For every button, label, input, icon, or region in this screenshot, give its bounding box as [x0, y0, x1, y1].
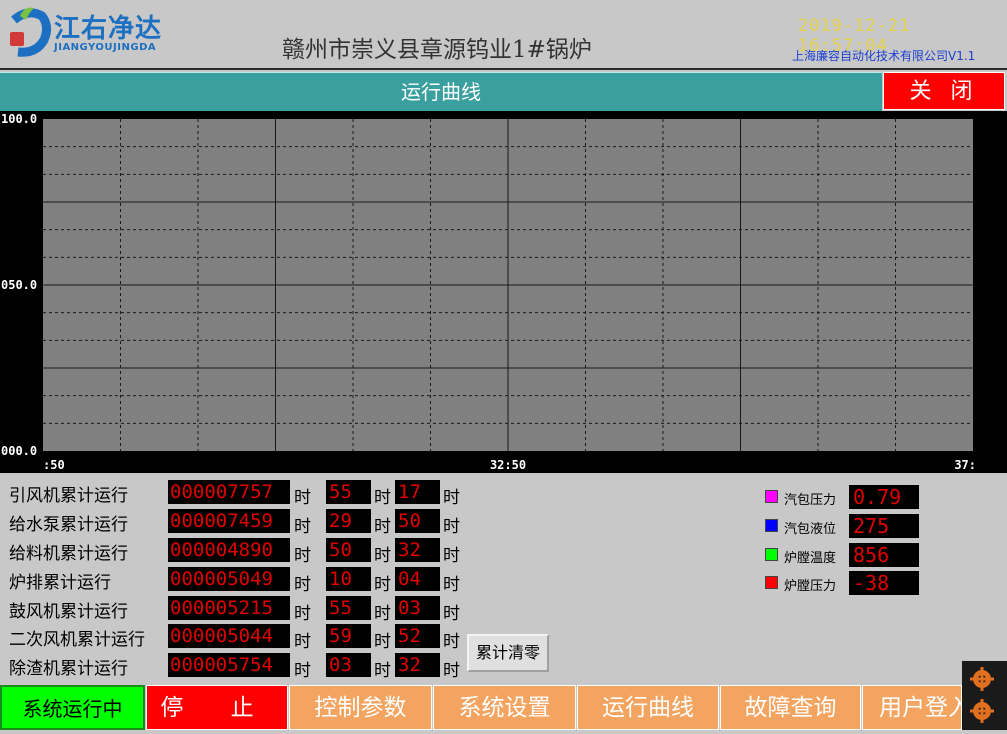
trend-chart-svg: 100.0 050.0 000.0 :50 32:50 37:	[1, 112, 976, 472]
x-tick-label: :50	[43, 458, 65, 472]
unit-label: 时	[443, 604, 460, 624]
counter-total: 000004890	[168, 538, 290, 562]
counter-minutes: 04	[395, 567, 440, 591]
unit-label: 时	[374, 632, 391, 652]
legend-value: 275	[849, 514, 919, 538]
legend-swatch	[765, 519, 778, 532]
counter-label: 引风机累计运行	[9, 486, 128, 506]
unit-label: 时	[374, 575, 391, 595]
counter-label: 二次风机累计运行	[9, 630, 145, 650]
header: 江右净达 JIANGYOUJINGDA 赣州市崇义县章源钨业1#锅炉 2019-…	[0, 0, 1007, 70]
counter-hours: 55	[326, 596, 371, 620]
legend-swatch	[765, 548, 778, 561]
legend-value: 0.79	[849, 485, 919, 509]
counter-hours: 29	[326, 509, 371, 533]
counter-label: 炉排累计运行	[9, 573, 111, 593]
unit-label: 时	[294, 632, 311, 652]
unit-label: 时	[294, 517, 311, 537]
counter-total: 000005049	[168, 567, 290, 591]
legend-swatch	[765, 490, 778, 503]
counter-total: 000007757	[168, 480, 290, 504]
counter-minutes: 52	[395, 624, 440, 648]
unit-label: 时	[374, 604, 391, 624]
counter-total: 000005044	[168, 624, 290, 648]
system-tray	[962, 661, 1007, 730]
counter-minutes: 17	[395, 480, 440, 504]
counter-label: 除渣机累计运行	[9, 659, 128, 679]
header-divider	[0, 68, 1007, 70]
unit-label: 时	[443, 517, 460, 537]
legend-value: -38	[849, 571, 919, 595]
counter-minutes: 32	[395, 653, 440, 677]
unit-label: 时	[374, 488, 391, 508]
counter-total: 000005215	[168, 596, 290, 620]
company-name: 上海廉容自动化技术有限公司V1.1	[792, 49, 976, 63]
counter-minutes: 03	[395, 596, 440, 620]
counter-label: 给水泵累计运行	[9, 515, 128, 535]
system-status-button[interactable]: 系统运行中	[0, 685, 145, 730]
counter-hours: 50	[326, 538, 371, 562]
y-tick-label: 100.0	[1, 112, 37, 126]
unit-label: 时	[374, 517, 391, 537]
legend-label: 汽包压力	[784, 493, 837, 508]
x-tick-label: 32:50	[490, 458, 526, 472]
counter-total: 000005754	[168, 653, 290, 677]
unit-label: 时	[443, 575, 460, 595]
logo-subtext: JIANGYOUJINGDA	[54, 42, 157, 53]
unit-label: 时	[374, 546, 391, 566]
legend-value: 856	[849, 543, 919, 567]
counter-label: 给料机累计运行	[9, 544, 128, 564]
stop-button[interactable]: 停 止	[146, 685, 288, 730]
counter-minutes: 50	[395, 509, 440, 533]
unit-label: 时	[294, 488, 311, 508]
page-title: 赣州市崇义县章源钨业1#锅炉	[282, 37, 592, 63]
legend-label: 炉膛温度	[784, 551, 837, 566]
fault-query-button[interactable]: 故障查询	[720, 685, 861, 730]
unit-label: 时	[443, 546, 460, 566]
legend-swatch	[765, 576, 778, 589]
counter-hours: 55	[326, 480, 371, 504]
unit-label: 时	[443, 661, 460, 681]
control-params-button[interactable]: 控制参数	[289, 685, 432, 730]
screen-title: 运行曲线	[401, 80, 481, 104]
gear-icon[interactable]	[962, 661, 1007, 730]
unit-label: 时	[443, 632, 460, 652]
legend-label: 炉膛压力	[784, 579, 837, 594]
counter-total: 000007459	[168, 509, 290, 533]
unit-label: 时	[374, 661, 391, 681]
run-curves-button[interactable]: 运行曲线	[577, 685, 719, 730]
x-tick-label: 37:	[954, 458, 976, 472]
counter-hours: 10	[326, 567, 371, 591]
unit-label: 时	[443, 488, 460, 508]
trend-chart: 100.0 050.0 000.0 :50 32:50 37:	[0, 111, 1007, 473]
unit-label: 时	[294, 546, 311, 566]
unit-label: 时	[294, 604, 311, 624]
legend-label: 汽包液位	[784, 522, 837, 537]
counter-label: 鼓风机累计运行	[9, 602, 128, 622]
close-button[interactable]: 关 闭	[883, 72, 1005, 110]
y-tick-label: 000.0	[1, 444, 37, 458]
reset-counters-button[interactable]: 累计清零	[467, 634, 549, 672]
unit-label: 时	[294, 661, 311, 681]
screen-titlebar: 运行曲线	[0, 72, 882, 111]
counter-hours: 03	[326, 653, 371, 677]
counter-minutes: 32	[395, 538, 440, 562]
unit-label: 时	[294, 575, 311, 595]
logo-text: 江右净达	[54, 14, 163, 44]
system-settings-button[interactable]: 系统设置	[433, 685, 576, 730]
y-tick-label: 050.0	[1, 278, 37, 292]
user-login-button[interactable]: 用户登入	[862, 685, 962, 730]
counter-hours: 59	[326, 624, 371, 648]
